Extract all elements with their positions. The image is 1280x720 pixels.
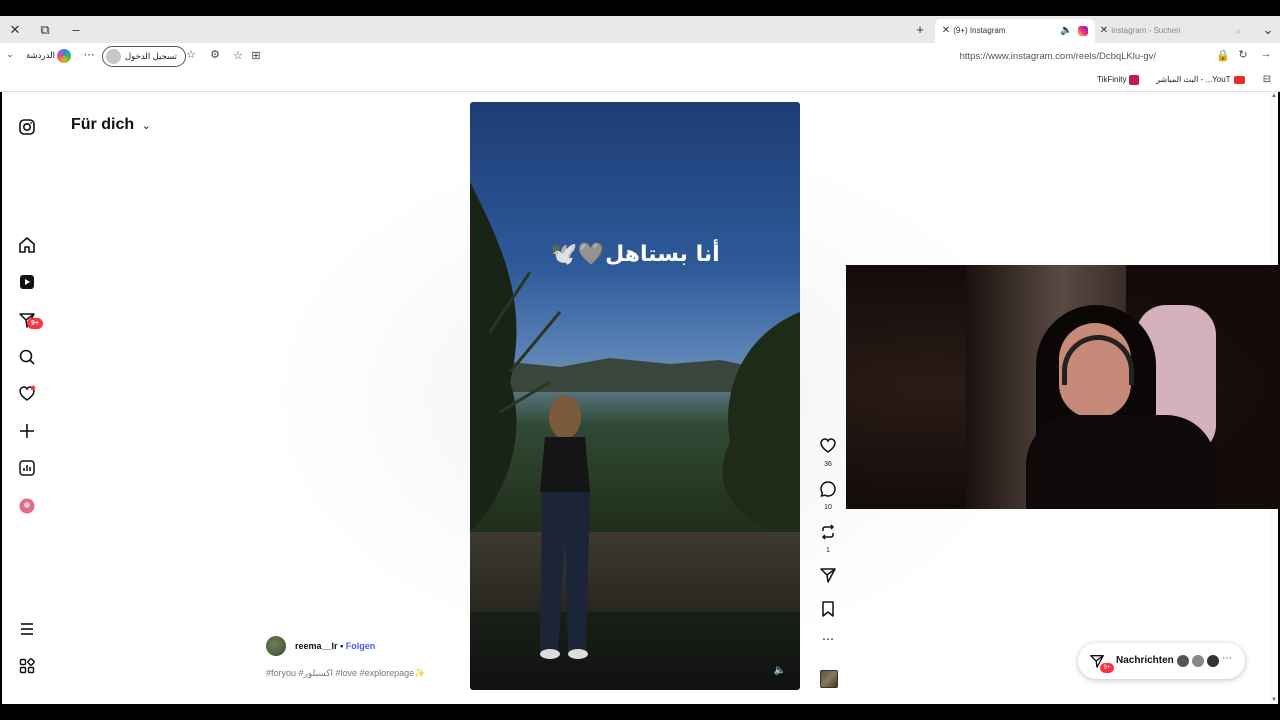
instagram-logo-icon[interactable] bbox=[18, 118, 36, 136]
search-icon: ⌕ bbox=[1236, 26, 1242, 36]
body-graphic bbox=[1026, 415, 1216, 509]
tab-instagram[interactable]: ✕ (9+) Instagram 🔈 bbox=[935, 19, 1095, 43]
url-field[interactable]: ☆ ⊞ https://www.instagram.com/reels/Dcbq… bbox=[228, 45, 1230, 67]
more-apps-icon[interactable] bbox=[18, 657, 36, 675]
chevron-down-icon: ⌄ bbox=[141, 120, 151, 132]
scroll-up-icon[interactable]: ▲ bbox=[1271, 93, 1277, 99]
collections-icon[interactable]: ⊟ bbox=[1260, 74, 1274, 85]
more-icon[interactable]: ⋯ bbox=[82, 48, 96, 61]
tikfinity-icon bbox=[1129, 75, 1140, 85]
bookmark-youtube[interactable]: البث المباشر - ...YouT bbox=[1156, 75, 1245, 84]
messages-badge: 9+ bbox=[1100, 663, 1114, 673]
tab-instagram-suchen[interactable]: ✕ instagram - Suchen ⌕ bbox=[1099, 19, 1249, 43]
like-count: 36 bbox=[824, 461, 832, 468]
top-black-bar bbox=[0, 0, 1280, 16]
repost-count: 1 bbox=[826, 547, 830, 554]
author-avatar[interactable] bbox=[266, 636, 286, 656]
bookmarks-bar: TikFinity البث المباشر - ...YouT ⊟ bbox=[0, 70, 1280, 92]
reels-icon[interactable] bbox=[18, 273, 36, 291]
chevron-down-icon[interactable]: ⌄ bbox=[4, 49, 16, 60]
like-action[interactable]: 36 bbox=[816, 437, 840, 468]
favorites-icon[interactable]: ☆ bbox=[184, 48, 198, 61]
comment-action[interactable]: 10 bbox=[816, 480, 840, 511]
reel-video[interactable]: أنا بستاهل🩶🕊️ 🔈 bbox=[470, 102, 800, 690]
new-tab-icon[interactable]: + bbox=[911, 21, 929, 39]
person-graphic bbox=[540, 395, 590, 659]
lock-icon: 🔒 bbox=[1216, 50, 1230, 62]
more-icon: ⋯ bbox=[1222, 653, 1232, 664]
avatar bbox=[1206, 654, 1220, 668]
star-icon[interactable]: ☆ bbox=[232, 49, 244, 62]
comment-icon[interactable] bbox=[819, 480, 837, 498]
avatar bbox=[1176, 654, 1190, 668]
avatar bbox=[1191, 654, 1205, 668]
copilot-icon[interactable] bbox=[57, 49, 71, 63]
share-action[interactable] bbox=[816, 566, 840, 589]
follow-button[interactable]: Folgen bbox=[346, 641, 376, 651]
bottom-black-bar bbox=[0, 704, 1280, 720]
search-icon[interactable] bbox=[18, 348, 36, 366]
close-tab-icon[interactable]: ✕ bbox=[1099, 19, 1109, 43]
scroll-down-icon[interactable]: ▼ bbox=[1271, 697, 1277, 703]
feed-selector[interactable]: Für dich ⌄ bbox=[71, 116, 151, 134]
dashboard-icon[interactable] bbox=[18, 459, 36, 477]
youtube-icon bbox=[1233, 75, 1245, 84]
repost-action[interactable]: 1 bbox=[816, 523, 840, 554]
author-username[interactable]: reema__lr bbox=[295, 641, 338, 651]
menu-icon[interactable] bbox=[18, 620, 36, 638]
signin-button[interactable]: تسجيل الدخول bbox=[102, 46, 187, 67]
close-window-icon[interactable]: ✕ bbox=[6, 21, 24, 39]
messages-button[interactable]: 9+ Nachrichten ⋯ bbox=[1078, 643, 1245, 679]
notifications-icon[interactable] bbox=[18, 385, 36, 403]
messages-label: Nachrichten bbox=[1116, 655, 1174, 666]
address-bar: ⌄ الدردشة ⋯ تسجيل الدخول ☆ ⚙ ☆ ⊞ https:/… bbox=[0, 43, 1280, 70]
restore-window-icon[interactable]: ⧉ bbox=[36, 21, 54, 39]
avatar bbox=[106, 49, 121, 64]
tree-right-graphic bbox=[722, 312, 800, 542]
bookmark-tikfinity[interactable]: TikFinity bbox=[1097, 75, 1140, 85]
reel-overlay-text: أنا بستاهل🩶🕊️ bbox=[550, 242, 720, 267]
url-text: https://www.instagram.com/reels/DcbqLKlu… bbox=[959, 51, 1156, 62]
profile-avatar-icon[interactable] bbox=[18, 497, 36, 515]
chat-label[interactable]: الدردشة bbox=[26, 50, 55, 61]
forward-icon[interactable]: → bbox=[1259, 48, 1273, 60]
notification-badge: 9+ bbox=[27, 318, 43, 329]
tab-strip: ✕ ⧉ – + ✕ (9+) Instagram 🔈 ✕ instagram -… bbox=[0, 16, 1280, 43]
bookmark-icon[interactable] bbox=[819, 600, 837, 618]
mute-icon[interactable]: 🔈 bbox=[774, 665, 786, 676]
heart-icon[interactable] bbox=[819, 437, 837, 455]
browser-chrome: ✕ ⧉ – + ✕ (9+) Instagram 🔈 ✕ instagram -… bbox=[0, 16, 1280, 92]
reel-caption[interactable]: #foryou #اكسبلور #love #explorepage✨ bbox=[266, 668, 425, 679]
share-icon[interactable] bbox=[819, 566, 837, 584]
refresh-icon[interactable]: ↻ bbox=[1236, 48, 1250, 61]
home-icon[interactable] bbox=[18, 236, 36, 254]
repost-icon[interactable] bbox=[819, 523, 837, 541]
audio-thumbnail[interactable] bbox=[820, 670, 838, 688]
minimize-window-icon[interactable]: – bbox=[67, 21, 85, 39]
split-screen-icon[interactable]: ⊞ bbox=[250, 49, 262, 62]
create-icon[interactable] bbox=[18, 422, 36, 440]
screen: ✕ ⧉ – + ✕ (9+) Instagram 🔈 ✕ instagram -… bbox=[0, 0, 1280, 720]
close-tab-icon[interactable]: ✕ bbox=[941, 19, 951, 43]
comment-count: 10 bbox=[824, 504, 832, 511]
more-options-icon[interactable]: ⋯ bbox=[816, 632, 840, 646]
speaker-icon[interactable]: 🔈 bbox=[1060, 19, 1072, 43]
instagram-favicon bbox=[1078, 19, 1088, 43]
webcam-overlay bbox=[846, 265, 1280, 509]
extensions-icon[interactable]: ⚙ bbox=[208, 48, 222, 61]
save-action[interactable] bbox=[816, 600, 840, 623]
tab-list-chevron-icon[interactable]: ⌄ bbox=[1259, 21, 1277, 39]
